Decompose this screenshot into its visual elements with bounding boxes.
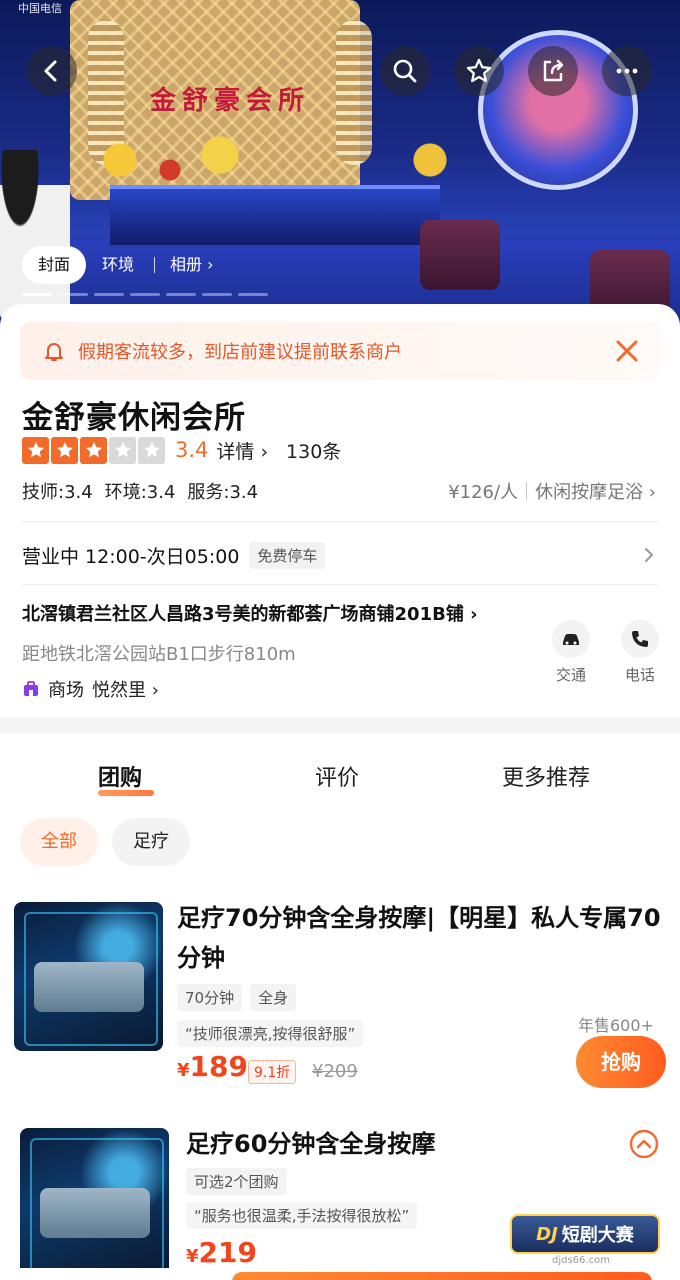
score-environment: 环境:3.4: [104, 482, 176, 503]
deal-thumbnail: [14, 902, 163, 1051]
star-filled-icon: [80, 436, 107, 464]
phone-icon: [632, 631, 648, 647]
currency-symbol: ¥: [177, 1060, 190, 1081]
mall-name: 悦然里 ›: [92, 680, 159, 701]
deal-tag: 70分钟: [177, 984, 243, 1011]
reception-counter: [110, 185, 440, 245]
business-hours-row[interactable]: 营业中 12:00-次日05:00 免费停车: [22, 539, 658, 571]
deal-title: 足疗70分钟含全身按摩|【明星】私人专属70分钟: [177, 904, 661, 972]
mall-label: 商场: [48, 680, 84, 701]
star-filled-icon: [51, 436, 78, 464]
score-technician: 技师:3.4: [22, 482, 93, 503]
search-button[interactable]: [380, 46, 430, 96]
star-icon: [466, 58, 492, 83]
shop-category: 休闲按摩足浴 ›: [535, 482, 656, 503]
discount-badge: 9.1折: [248, 1060, 297, 1084]
phone-button[interactable]: 电话: [614, 620, 666, 685]
tab-group-buy[interactable]: 团购: [98, 760, 142, 792]
star-empty-icon: [138, 436, 165, 464]
buy-button[interactable]: 抢购: [576, 1036, 666, 1088]
deal-price: ¥ 189: [177, 1050, 248, 1083]
back-button[interactable]: [27, 46, 77, 96]
traffic-label: 交通: [555, 666, 586, 684]
watermark-text: 短剧大赛: [561, 1225, 634, 1246]
sub-scores: 技师:3.4 环境:3.4 服务:3.4: [22, 478, 258, 504]
avg-price: ¥126/人: [448, 482, 519, 503]
address-text[interactable]: 北滘镇君兰社区人昌路3号美的新都荟广场商铺201B铺 ›: [22, 600, 478, 626]
photo-tab-environment[interactable]: 环境: [86, 246, 150, 284]
filter-chips: 全部 足疗: [20, 818, 190, 866]
back-icon: [44, 60, 57, 82]
share-button[interactable]: [528, 46, 578, 96]
sofa: [420, 220, 500, 290]
deal-tags: 70分钟 全身: [177, 984, 297, 1011]
deal-title: 足疗60分钟含全身按摩: [186, 1130, 436, 1158]
deal-tag: 全身: [250, 984, 297, 1011]
section-separator: [0, 718, 680, 734]
rating-row[interactable]: 3.4 详情 › 130条: [22, 436, 341, 464]
tab-active-indicator: [98, 790, 154, 796]
score-service: 服务:3.4: [187, 482, 259, 503]
share-icon: [543, 59, 564, 82]
car-icon: [563, 634, 579, 645]
deal-tag: 可选2个团购: [186, 1168, 287, 1195]
chip-foot-therapy[interactable]: 足疗: [112, 818, 190, 866]
notice-text: 假期客流较多，到店前建议提前联系商户: [78, 342, 402, 363]
divider: [526, 482, 528, 500]
shop-info-card: 假期客流较多，到店前建议提前联系商户 金舒豪休闲会所 3.4 详情 › 130条…: [0, 304, 680, 1280]
original-price: ¥209: [312, 1061, 358, 1082]
bottom-action-bar: [0, 1268, 680, 1280]
star-filled-icon: [22, 436, 49, 464]
bell-icon: [45, 343, 63, 361]
shop-sign: 金舒豪会所: [150, 86, 311, 116]
price-category[interactable]: ¥126/人 休闲按摩足浴 ›: [448, 478, 656, 504]
notice-banner: 假期客流较多，到店前建议提前联系商户: [20, 322, 660, 380]
watermark-url: djds66.com: [552, 1255, 610, 1266]
tab-more-recommend[interactable]: 更多推荐: [502, 760, 590, 792]
deal-price: ¥ 219: [186, 1236, 257, 1269]
content-tabs: 团购 评价 更多推荐: [0, 752, 680, 802]
mall-icon: [24, 681, 38, 696]
shop-name: 金舒豪休闲会所: [22, 400, 246, 436]
parking-tag: 免费停车: [249, 541, 326, 569]
carousel-indicator: [22, 293, 268, 296]
mall-link[interactable]: 商场 悦然里 ›: [22, 676, 159, 702]
phone-label: 电话: [624, 666, 655, 684]
review-count[interactable]: 130条: [286, 437, 341, 464]
annual-sales: 年售600+: [578, 1016, 654, 1035]
status-bar: 中国电信: [18, 2, 62, 15]
watermark-logo: DJ 短剧大赛 djds66.com: [510, 1214, 660, 1266]
star-rating: [22, 436, 165, 464]
bottom-cta-button[interactable]: [232, 1272, 652, 1280]
traffic-button[interactable]: 交通: [545, 620, 597, 685]
rating-detail-link[interactable]: 详情 ›: [216, 437, 268, 464]
deal-review-quote: “技师很漂亮,按得很舒服”: [177, 1020, 364, 1047]
more-button[interactable]: [602, 46, 652, 96]
photo-tab-album[interactable]: 相册 ›: [150, 246, 230, 284]
flower-arrangement: [100, 130, 460, 190]
chip-all[interactable]: 全部: [20, 818, 98, 866]
deal-tags: 可选2个团购: [186, 1168, 287, 1195]
divider: [22, 584, 658, 585]
watermark-dj: DJ: [536, 1223, 558, 1245]
deal-review-quote: “服务也很温柔,手法按得很放松”: [186, 1202, 418, 1229]
tab-reviews[interactable]: 评价: [315, 760, 359, 792]
deal-thumbnail: [20, 1128, 169, 1277]
price-value: 189: [189, 1050, 248, 1083]
star-empty-icon: [109, 436, 136, 464]
collapse-icon[interactable]: [628, 1128, 660, 1160]
photo-tabs: 封面 环境 相册 ›: [22, 246, 230, 284]
currency-symbol: ¥: [186, 1246, 199, 1267]
business-hours: 营业中 12:00-次日05:00: [22, 545, 240, 568]
rating-score: 3.4: [175, 438, 209, 462]
divider: [22, 521, 658, 522]
chevron-right-icon: [645, 548, 653, 562]
more-icon: [616, 68, 638, 74]
price-value: 219: [198, 1236, 257, 1269]
close-icon[interactable]: [612, 336, 642, 366]
search-icon: [393, 59, 417, 83]
metro-distance: 距地铁北滘公园站B1口步行810m: [22, 644, 296, 665]
photo-tab-cover[interactable]: 封面: [22, 246, 87, 284]
favorite-button[interactable]: [454, 46, 504, 96]
